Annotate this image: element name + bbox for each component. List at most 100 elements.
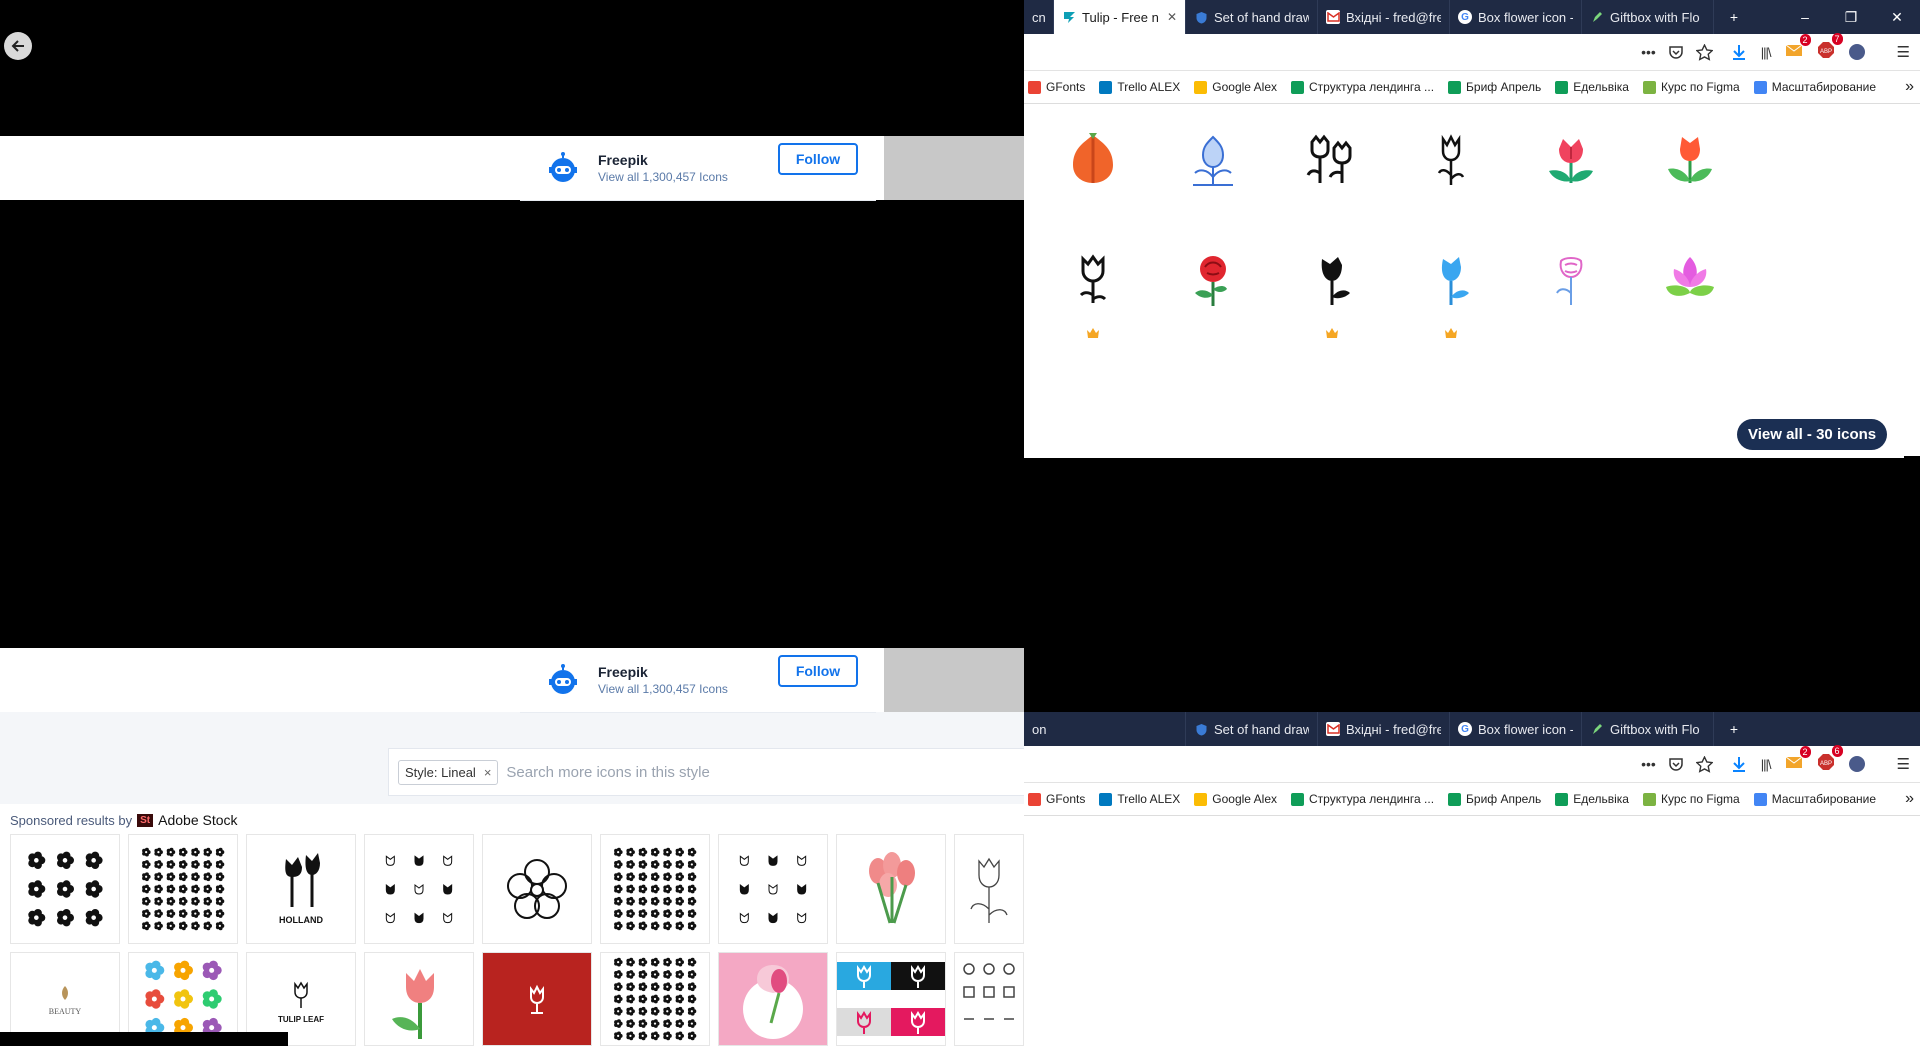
- mail-extension-icon[interactable]: 2: [1785, 746, 1811, 774]
- stock-thumb-flower-icon-set[interactable]: [128, 834, 238, 944]
- stock-thumb-flower-collection[interactable]: [600, 834, 710, 944]
- bookmark-7[interactable]: Масштабирование: [1753, 80, 1876, 94]
- stock-thumb-tulip-icon-set[interactable]: [364, 834, 474, 944]
- search-input[interactable]: Search more icons in this style: [506, 764, 709, 781]
- blue-outline-tulip-icon[interactable]: [1178, 124, 1248, 194]
- double-tulip-outline-icon[interactable]: [1297, 124, 1367, 194]
- profile-avatar[interactable]: [1848, 44, 1865, 60]
- tab-0[interactable]: on: [1024, 712, 1186, 746]
- tab-4[interactable]: Giftbox with Flo: [1582, 712, 1714, 746]
- tab-2[interactable]: Set of hand draw: [1186, 0, 1318, 34]
- library-icon[interactable]: |||\: [1761, 757, 1772, 772]
- single-tulip-outline-icon[interactable]: [1416, 124, 1486, 194]
- tab-1[interactable]: Set of hand draw: [1186, 712, 1318, 746]
- bookmark-3[interactable]: Структура лендинга ...: [1291, 80, 1434, 94]
- page-actions-icon[interactable]: •••: [1641, 44, 1656, 60]
- close-window-button[interactable]: ✕: [1874, 0, 1920, 34]
- adblock-icon[interactable]: ABP 7: [1817, 33, 1843, 63]
- stock-thumb-flower-silhouettes[interactable]: [10, 834, 120, 944]
- follow-button[interactable]: Follow: [778, 655, 858, 687]
- tab-0[interactable]: cn: [1024, 0, 1054, 34]
- bookmark-7[interactable]: Масштабирование: [1753, 792, 1876, 806]
- stock-thumb-pink-tulip-bouquet[interactable]: [836, 834, 946, 944]
- bookmark-3[interactable]: Структура лендинга ...: [1291, 792, 1434, 806]
- red-rose-icon[interactable]: [1178, 244, 1248, 314]
- stock-thumb-holland-tulips[interactable]: HOLLAND: [246, 834, 356, 944]
- new-tab-button[interactable]: +: [1714, 0, 1754, 34]
- blue-tulip-icon[interactable]: [1416, 244, 1486, 314]
- follow-button[interactable]: Follow: [778, 143, 858, 175]
- bookmark-6[interactable]: Курс по Figma: [1642, 80, 1740, 94]
- orange-tulip-icon[interactable]: [1655, 124, 1725, 194]
- bookmark-1[interactable]: Trello ALEX: [1099, 80, 1180, 94]
- tab-5[interactable]: Giftbox with Flo: [1582, 0, 1714, 34]
- bookmark-6[interactable]: Курс по Figma: [1642, 792, 1740, 806]
- bookmark-2[interactable]: Google Alex: [1194, 792, 1277, 806]
- stock-thumb-tulip-illustration[interactable]: [364, 952, 474, 1046]
- bookmark-4[interactable]: Бриф Апрель: [1448, 792, 1541, 806]
- stock-thumb-blue-pink-tulip-tiles[interactable]: [836, 952, 946, 1046]
- stock-thumb-tulip-sketch[interactable]: [954, 834, 1024, 944]
- view-all-button[interactable]: View all - 30 icons: [1737, 419, 1888, 450]
- pocket-icon[interactable]: [1668, 756, 1684, 772]
- pink-lotus-icon[interactable]: [1655, 244, 1725, 314]
- chip-close-icon[interactable]: ×: [484, 765, 492, 780]
- bookmarks-overflow-button[interactable]: »: [1905, 78, 1920, 96]
- tulip-lineal-icon[interactable]: [1058, 244, 1128, 314]
- close-tab-icon[interactable]: ✕: [1167, 10, 1177, 24]
- url-bar[interactable]: •••: [1024, 39, 1721, 65]
- stock-thumb-hand-drawn-flowers[interactable]: [718, 834, 828, 944]
- bookmark-5[interactable]: Едельвіка: [1555, 80, 1629, 94]
- download-icon[interactable]: [1731, 44, 1747, 60]
- bookmark-4[interactable]: Бриф Апрель: [1448, 80, 1541, 94]
- download-icon[interactable]: [1731, 756, 1747, 772]
- adblock-icon[interactable]: ABP 6: [1817, 745, 1843, 775]
- bookmark-favicon-icon: [1099, 792, 1113, 806]
- library-icon[interactable]: |||\: [1761, 45, 1772, 60]
- bookmark-2[interactable]: Google Alex: [1194, 80, 1277, 94]
- back-button[interactable]: [4, 32, 32, 60]
- stock-thumb-flower-pattern-set[interactable]: [600, 952, 710, 1046]
- minimize-button[interactable]: –: [1782, 0, 1828, 34]
- bookmarks-bar: GFonts Trello ALEX Google Alex Структура ле…: [1024, 783, 1920, 816]
- tab-2[interactable]: Вхідні - fred@fre: [1318, 712, 1450, 746]
- style-filter-chip[interactable]: Style: Lineal ×: [398, 759, 499, 785]
- url-bar[interactable]: •••: [1024, 751, 1721, 777]
- profile-avatar[interactable]: [1848, 756, 1865, 772]
- bookmark-1[interactable]: Trello ALEX: [1099, 792, 1180, 806]
- menu-icon[interactable]: ☰: [1897, 43, 1910, 61]
- bookmark-star-icon[interactable]: [1695, 755, 1713, 773]
- bookmark-0[interactable]: GFonts: [1028, 80, 1085, 94]
- bookmark-favicon-icon: [1291, 792, 1304, 806]
- tab-3[interactable]: G Box flower icon -: [1450, 712, 1582, 746]
- black-tulip-icon[interactable]: [1297, 244, 1367, 314]
- mail-extension-icon[interactable]: 2: [1785, 34, 1811, 62]
- stock-thumb-lineal-icon-set[interactable]: [954, 952, 1024, 1046]
- menu-icon[interactable]: ☰: [1897, 755, 1910, 773]
- premium-crown-icon: [1444, 326, 1458, 338]
- stock-thumb-flower-outline[interactable]: [482, 834, 592, 944]
- pink-rose-outline-icon[interactable]: [1536, 244, 1606, 314]
- nav-toolbar: ••• |||\ 2 ABP 6 ☰: [1024, 745, 1920, 783]
- author-name[interactable]: Freepik: [598, 152, 728, 168]
- bookmarks-overflow-button[interactable]: »: [1905, 790, 1920, 808]
- stock-thumb-pink-8-march[interactable]: [718, 952, 828, 1046]
- pocket-icon[interactable]: [1668, 44, 1684, 60]
- bookmark-0[interactable]: GFonts: [1028, 792, 1085, 806]
- author-subtitle[interactable]: View all 1,300,457 Icons: [598, 682, 728, 696]
- red-tulip-icon[interactable]: [1536, 124, 1606, 194]
- author-name[interactable]: Freepik: [598, 664, 728, 680]
- tab-3[interactable]: Вхідні - fred@fre: [1318, 0, 1450, 34]
- bookmark-5[interactable]: Едельвіка: [1555, 792, 1629, 806]
- new-tab-button[interactable]: +: [1714, 712, 1754, 746]
- orange-tulip-bud-icon[interactable]: [1058, 124, 1128, 194]
- tab-4[interactable]: G Box flower icon -: [1450, 0, 1582, 34]
- bookmark-label: Едельвіка: [1573, 792, 1629, 806]
- bookmark-star-icon[interactable]: [1695, 43, 1713, 61]
- author-subtitle[interactable]: View all 1,300,457 Icons: [598, 170, 728, 184]
- stock-thumb-red-tulip-logo[interactable]: [482, 952, 592, 1046]
- tab-label: Вхідні - fred@fre: [1346, 9, 1441, 25]
- page-actions-icon[interactable]: •••: [1641, 756, 1656, 772]
- restore-button[interactable]: ❐: [1828, 0, 1874, 34]
- tab-1[interactable]: Tulip - Free n ✕: [1054, 0, 1186, 34]
